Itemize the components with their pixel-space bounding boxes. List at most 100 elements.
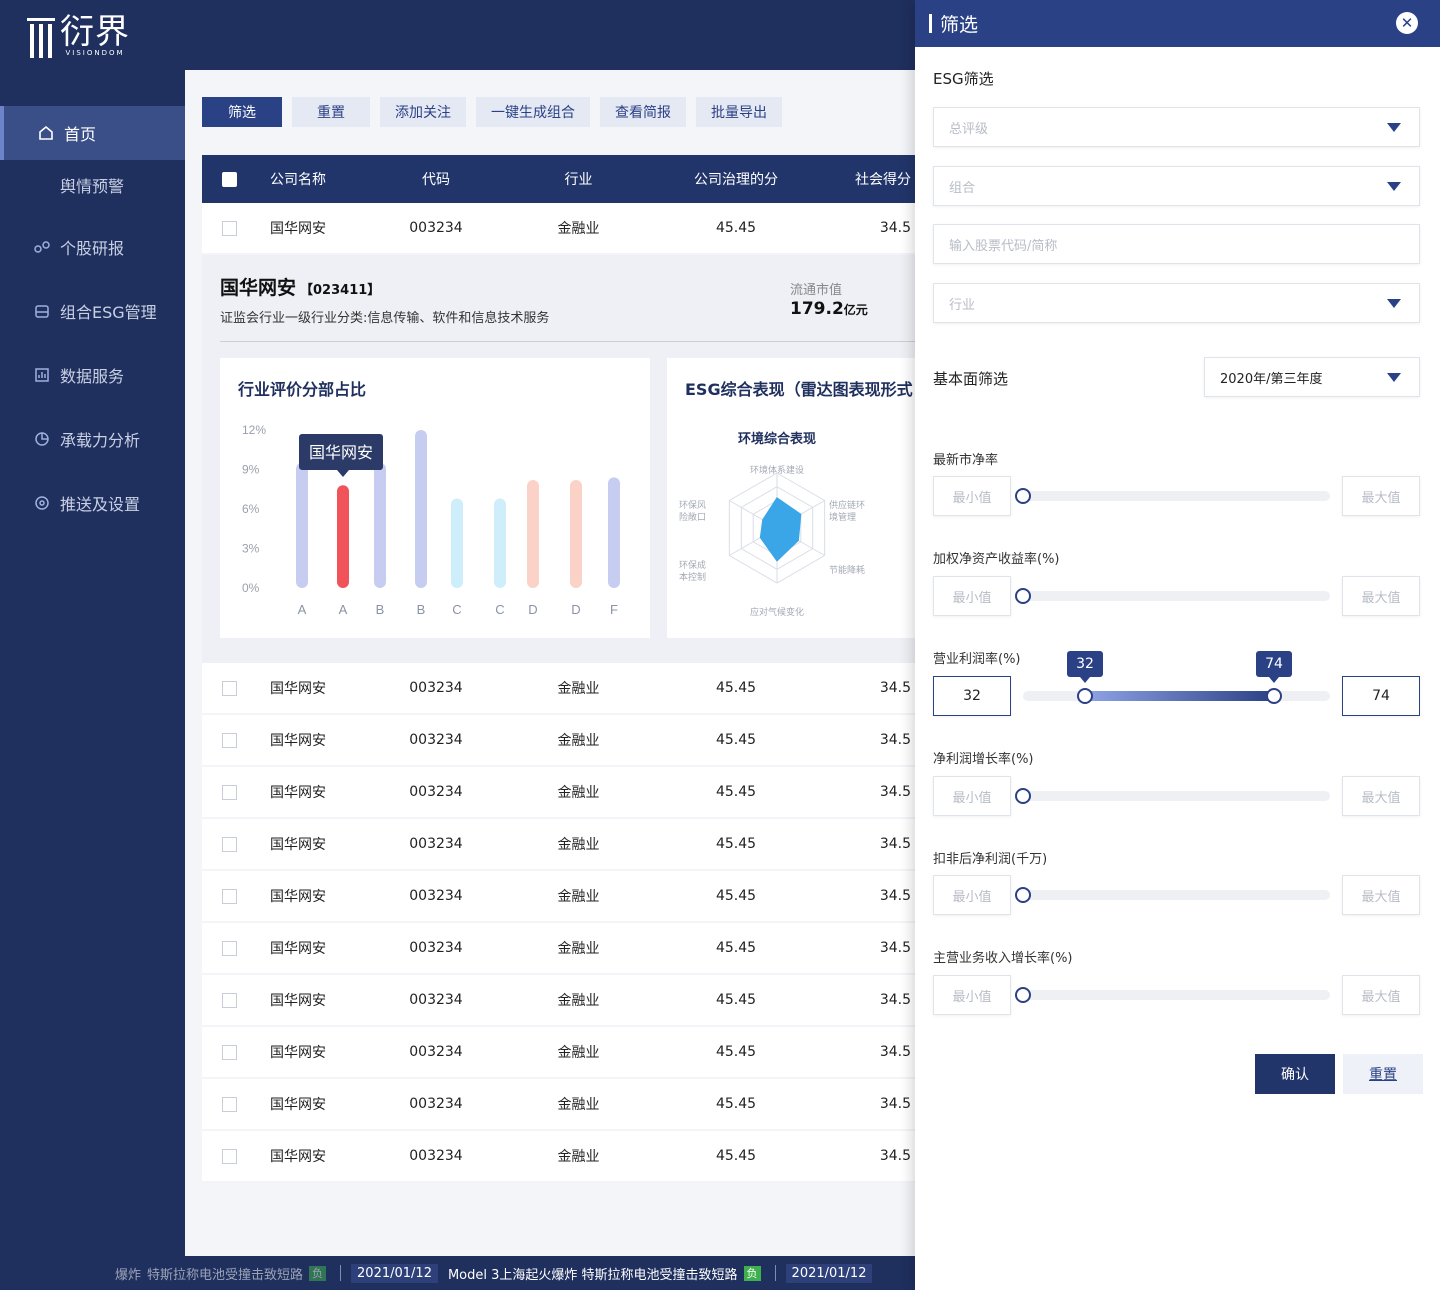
stock-search-input[interactable]: 输入股票代码/简称 [933,224,1420,264]
row-checkbox[interactable] [221,220,237,236]
slider-handle[interactable] [1015,588,1031,604]
filter-panel-title: 筛选 [940,14,979,36]
slider-track[interactable]: 32 74 [1023,651,1330,704]
sidebar-item-data-service[interactable]: 数据服务 [0,348,185,402]
min-value-input[interactable]: 最小值 [933,776,1011,816]
table-row[interactable]: 国华网安 003234 金融业 45.45 34.5 [202,1131,915,1183]
company-detail-panel: 国华网安 【023411】 证监会行业一级行业分类:信息传输、软件和信息技术服务 … [202,255,927,663]
company-table: 公司名称 代码 行业 公司治理的分 社会得分 国华网安 003234 金融业 4… [202,155,927,1183]
table-row[interactable]: 国华网安 003234 金融业 45.45 34.5 [202,1027,915,1079]
ticker-item[interactable]: 爆炸 特斯拉称电池受撞击致短路 负 [115,1264,327,1283]
row-checkbox[interactable] [221,1096,237,1112]
batch-export-button[interactable]: 批量导出 [696,97,782,127]
row-checkbox[interactable] [221,836,237,852]
row-checkbox[interactable] [221,784,237,800]
table-row[interactable]: 国华网安 003234 金融业 45.45 34.5 [202,767,915,819]
slider-handle[interactable] [1015,788,1031,804]
ticker-item[interactable]: Model 3上海起火爆炸 特斯拉称电池受撞击致短路 负 [448,1264,761,1283]
row-checkbox[interactable] [221,1044,237,1060]
row-checkbox[interactable] [221,888,237,904]
slider-track[interactable] [1015,488,1330,504]
slider-track[interactable] [1015,887,1330,903]
range-label: 扣非后净利润(千万) [933,852,1048,867]
sidebar-item-home[interactable]: 首页 [0,106,185,160]
logo-subtext: VISIONDOM [65,49,125,57]
table-row[interactable]: 国华网安 003234 金融业 45.45 34.5 [202,923,915,975]
min-value-input[interactable]: 最小值 [933,975,1011,1015]
header-governance[interactable]: 公司治理的分 [661,169,811,189]
industry-select[interactable]: 行业 [933,283,1420,323]
max-value-input[interactable]: 最大值 [1342,975,1420,1015]
header-code[interactable]: 代码 [376,169,496,189]
sidebar-item-research[interactable]: 个股研报 [0,220,185,274]
slider-track[interactable] [1015,788,1330,804]
max-value-input[interactable]: 最大值 [1342,776,1420,816]
table-row[interactable]: 国华网安 003234 金融业 45.45 34.5 [202,819,915,871]
slider-handle[interactable] [1015,488,1031,504]
max-value-input[interactable]: 最大值 [1342,576,1420,616]
table-row[interactable]: 国华网安 003234 金融业 45.45 34.5 [202,715,915,767]
table-row[interactable]: 国华网安 003234 金融业 45.45 34.5 [202,1079,915,1131]
table-row[interactable]: 国华网安 003234 金融业 45.45 34.5 [202,203,915,255]
add-watch-button[interactable]: 添加关注 [380,97,466,127]
header-industry[interactable]: 行业 [496,169,661,189]
rating-select[interactable]: 总评级 [933,107,1420,147]
slider-track[interactable] [1015,987,1330,1003]
radar-axis-label-line: 供应链环 [829,499,865,511]
cell-industry: 金融业 [557,941,600,957]
row-checkbox[interactable] [221,680,237,696]
table-row[interactable]: 国华网安 003234 金融业 45.45 34.5 [202,975,915,1027]
max-value-input[interactable]: 最大值 [1342,875,1420,915]
min-value-input[interactable]: 32 [933,676,1011,716]
cell-industry: 金融业 [557,681,600,697]
sidebar-item-capacity[interactable]: 承载力分析 [0,412,185,466]
x-tick-label: A [339,602,348,617]
y-tick-label: 12% [242,423,266,437]
row-checkbox[interactable] [221,732,237,748]
cell-governance: 45.45 [715,1148,757,1164]
view-report-button[interactable]: 查看简报 [600,97,686,127]
row-checkbox[interactable] [221,1148,237,1164]
sidebar-item-sentiment[interactable]: 舆情预警 [0,160,185,210]
logo[interactable]: 衍界 VISIONDOM [27,12,130,58]
cell-industry: 金融业 [557,1045,600,1061]
confirm-button[interactable]: 确认 [1255,1054,1335,1094]
select-all-checkbox[interactable] [221,171,237,187]
close-icon[interactable]: ✕ [1396,12,1418,34]
table-row[interactable]: 国华网安 003234 金融业 45.45 34.5 [202,871,915,923]
table-row[interactable]: 国华网安 003234 金融业 45.45 34.5 [202,663,915,715]
slider-handle-max[interactable] [1266,688,1282,704]
row-checkbox[interactable] [221,992,237,1008]
panel-reset-button[interactable]: 重置 [1343,1054,1423,1094]
radar-axis-label-line: 险敞口 [679,511,706,523]
slider-handle[interactable] [1015,987,1031,1003]
min-value-input[interactable]: 最小值 [933,576,1011,616]
slider-track[interactable] [1015,588,1330,604]
header-social[interactable]: 社会得分 [811,169,915,189]
x-tick-label: F [610,602,618,617]
header-company-name[interactable]: 公司名称 [256,169,376,189]
filter-button[interactable]: 筛选 [202,97,282,127]
cell-governance: 45.45 [715,220,757,236]
max-value-input[interactable]: 最大值 [1342,476,1420,516]
bar-4 [451,498,463,588]
home-icon [38,125,54,141]
reset-button[interactable]: 重置 [292,97,370,127]
chart-icon [34,367,50,383]
range-slider-deducted-profit: 最小值 最大值 [933,875,1420,915]
ticker-text-partial: 爆炸 [115,1267,142,1283]
cell-code: 003234 [409,1148,463,1164]
news-ticker: 爆炸 特斯拉称电池受撞击致短路 负 2021/01/12 Model 3上海起火… [0,1256,915,1290]
slider-handle-min[interactable] [1077,688,1093,704]
min-value-input[interactable]: 最小值 [933,875,1011,915]
slider-handle[interactable] [1015,887,1031,903]
max-value-input[interactable]: 74 [1342,676,1420,716]
min-value-input[interactable]: 最小值 [933,476,1011,516]
sidebar-item-settings[interactable]: 推送及设置 [0,476,185,530]
period-select[interactable]: 2020年/第三年度 [1204,357,1420,397]
group-select[interactable]: 组合 [933,166,1420,206]
row-checkbox[interactable] [221,940,237,956]
sidebar-item-portfolio[interactable]: 组合ESG管理 [0,284,185,338]
generate-portfolio-button[interactable]: 一键生成组合 [476,97,590,127]
table-header: 公司名称 代码 行业 公司治理的分 社会得分 [202,155,915,203]
